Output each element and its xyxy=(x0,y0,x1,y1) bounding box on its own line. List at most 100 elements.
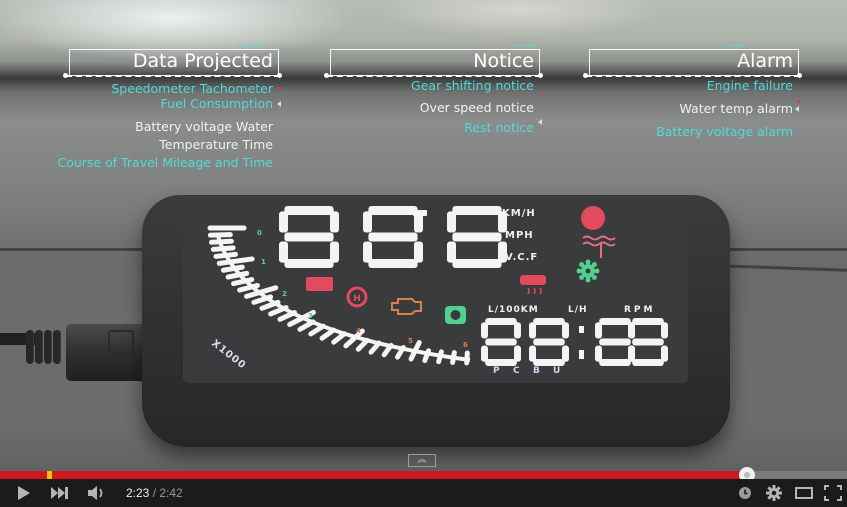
hud-lower-digit xyxy=(481,318,521,366)
progress-bar[interactable] xyxy=(0,467,847,483)
caption-dot xyxy=(583,73,588,78)
digit-segment xyxy=(533,359,565,366)
settings-icon-tooth xyxy=(579,274,585,280)
settings-icon-tooth xyxy=(576,268,582,274)
video-frame[interactable]: H KM/H MPH V.C.F L/100KM L/H RPM P C B U… xyxy=(0,0,847,479)
caption-item: Battery voltage alarm xyxy=(656,124,793,139)
settings-button[interactable] xyxy=(762,479,786,507)
hud-tach-num: 0 xyxy=(257,229,262,237)
caption-underline xyxy=(586,75,800,77)
time-total: 2:42 xyxy=(159,486,183,500)
caption-item: Battery voltage Water xyxy=(135,119,273,134)
digit-segment xyxy=(632,318,664,325)
hud-unit-mph: MPH xyxy=(505,230,534,241)
digit-segment xyxy=(368,259,418,268)
digit-segment xyxy=(330,211,339,233)
digit-segment xyxy=(595,345,602,362)
hud-lower-digit xyxy=(628,318,668,366)
hud-gear-u: U xyxy=(553,366,562,376)
digit-segment xyxy=(661,345,668,362)
digit-segment xyxy=(452,232,502,242)
settings-icon-tooth xyxy=(579,262,585,268)
settings-icon-tooth xyxy=(591,274,597,280)
digit-segment xyxy=(562,345,569,362)
digit-segment xyxy=(485,359,517,366)
digit-segment xyxy=(599,338,631,346)
hud-unit-vcf: V.C.F xyxy=(505,252,539,263)
video-player[interactable]: H KM/H MPH V.C.F L/100KM L/H RPM P C B U… xyxy=(0,0,847,507)
next-icon xyxy=(51,487,68,499)
fullscreen-button[interactable] xyxy=(821,479,845,507)
theater-mode-button[interactable] xyxy=(792,479,816,507)
hud-lower-colon xyxy=(579,326,584,333)
caption-dot xyxy=(797,73,802,78)
caption-item: Speedometer Tachometer xyxy=(111,81,273,96)
digit-segment xyxy=(368,232,418,242)
hud-tach-num: 6 xyxy=(463,341,468,349)
digit-segment xyxy=(284,206,334,215)
caption-accent-dots xyxy=(725,45,745,47)
caption-marker xyxy=(795,106,799,112)
hud-tach-num: 3 xyxy=(308,312,313,320)
caption-item: Course of Travel Mileage and Time xyxy=(57,155,273,170)
digit-segment xyxy=(363,241,372,263)
settings-icon-hole xyxy=(585,268,591,274)
hud-unit-lh: L/H xyxy=(568,305,588,315)
hud-unit-l100km: L/100KM xyxy=(488,305,539,315)
digit-segment xyxy=(447,241,456,263)
watch-later-button[interactable] xyxy=(735,479,755,507)
hud-tach-bar xyxy=(207,232,233,238)
play-icon xyxy=(18,486,30,500)
digit-segment xyxy=(632,359,664,366)
hud-tach-num: 1 xyxy=(261,258,266,266)
ad-marker xyxy=(47,471,53,479)
digit-segment xyxy=(599,318,631,325)
settings-icon xyxy=(766,485,782,501)
caption-marker xyxy=(538,119,542,125)
hud-lower-colon xyxy=(579,350,584,359)
digit-segment xyxy=(284,232,334,242)
digit-segment xyxy=(279,211,288,233)
caption-dot xyxy=(63,73,68,78)
digit-segment xyxy=(414,241,423,263)
engine-icon xyxy=(391,298,422,315)
digit-segment xyxy=(481,322,488,339)
next-button[interactable] xyxy=(46,479,74,507)
caption-item: Over speed notice xyxy=(419,100,534,115)
progress-played xyxy=(0,471,748,479)
digit-segment xyxy=(514,322,521,339)
digit-segment xyxy=(485,338,517,346)
hud-gear-c: C xyxy=(513,366,521,376)
caption-marker xyxy=(277,101,281,107)
overspeed-icon xyxy=(581,206,605,230)
digit-segment xyxy=(368,206,418,215)
volume-button[interactable] xyxy=(83,479,111,507)
digit-segment xyxy=(599,359,631,366)
caption-title-data-projected: Data Projected xyxy=(132,50,273,72)
digit-segment xyxy=(279,241,288,263)
digit-segment xyxy=(514,345,521,362)
collapse-button[interactable]: ︽ xyxy=(408,454,436,467)
play-button[interactable] xyxy=(8,479,38,507)
settings-icon-tooth xyxy=(585,259,591,265)
digit-segment xyxy=(562,322,569,339)
caption-underline xyxy=(327,75,541,77)
fullscreen-icon xyxy=(824,485,842,501)
hud-speed-dash xyxy=(413,210,427,216)
digit-segment xyxy=(330,241,339,263)
hud-tach-bar xyxy=(216,256,255,266)
digit-segment xyxy=(529,322,536,339)
settings-icon-tooth xyxy=(594,268,600,274)
digit-segment xyxy=(452,259,502,268)
digit-segment xyxy=(632,338,664,346)
digit-segment xyxy=(481,345,488,362)
hud-tach-num: 2 xyxy=(282,290,287,298)
digit-segment xyxy=(363,211,372,233)
caption-marker xyxy=(279,87,282,90)
caption-title-notice: Notice xyxy=(473,50,534,72)
settings-icon-tooth xyxy=(585,277,591,283)
volume-icon xyxy=(88,486,103,500)
caption-item: Engine failure xyxy=(706,78,793,93)
watch-later-icon xyxy=(739,487,751,499)
caption-marker xyxy=(540,94,543,97)
